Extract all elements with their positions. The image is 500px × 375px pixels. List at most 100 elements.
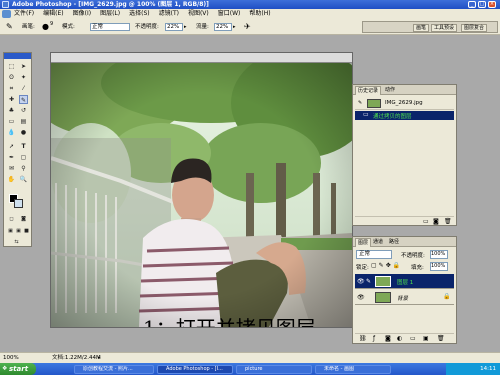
photoshop-app-icon[interactable]	[2, 1, 9, 8]
lock-icons[interactable]: ▢✎✥🔒	[371, 262, 402, 269]
mode-value: 正常	[92, 24, 104, 30]
crop-tool-icon[interactable]: ⌗	[7, 84, 16, 93]
dodge-tool-icon[interactable]: ●	[19, 128, 28, 137]
delete-layer-icon[interactable]: 🗑	[437, 335, 445, 342]
tab-layers[interactable]: 图层	[355, 238, 372, 247]
clone-stamp-icon[interactable]: ♣	[7, 106, 16, 115]
flow-dropdown-icon[interactable]: ▸	[233, 19, 236, 35]
well-tab-brushes[interactable]: 画笔	[413, 24, 430, 32]
document-title-bar[interactable]	[51, 53, 352, 63]
magic-wand-icon[interactable]: ✦	[19, 73, 28, 82]
eyedropper-icon[interactable]: ⚲	[19, 164, 28, 173]
opacity-input[interactable]: 22%	[165, 23, 183, 31]
taskbar-item-photoshop[interactable]: Adobe Photoshop - [I...	[157, 365, 233, 374]
menu-window[interactable]: 窗口(W)	[218, 9, 241, 19]
opacity-value: 22%	[167, 24, 180, 30]
history-snapshot[interactable]: ✎ IMG_2629.jpg	[355, 97, 454, 110]
layer-opacity-input[interactable]: 100%	[430, 250, 448, 259]
adjustment-layer-icon[interactable]: ◐	[397, 335, 402, 342]
tutorial-caption: 1：打开并拷贝图层	[143, 312, 316, 327]
pen-tool-icon[interactable]: ✒	[7, 153, 16, 162]
mode-select[interactable]: 正常	[90, 23, 130, 31]
eraser-tool-icon[interactable]: ▭	[7, 117, 16, 126]
new-snapshot-icon[interactable]: ◙	[433, 218, 439, 225]
tab-paths[interactable]: 路径	[387, 238, 401, 247]
menu-edit[interactable]: 编辑(E)	[43, 9, 63, 19]
well-tab-layer-comps[interactable]: 图层复合	[461, 24, 488, 32]
new-document-icon[interactable]: ▭	[423, 218, 429, 225]
flow-input[interactable]: 22%	[214, 23, 232, 31]
tab-actions[interactable]: 动作	[383, 86, 397, 95]
history-brush-icon[interactable]: ↺	[19, 106, 28, 115]
history-state-selected[interactable]: ▭ 通过拷贝的图层	[355, 111, 454, 120]
zoom-tool-icon[interactable]: 🔍	[19, 175, 28, 184]
notes-tool-icon[interactable]: ✉	[7, 164, 16, 173]
mode-label: 模式:	[62, 24, 75, 30]
blend-mode-select[interactable]: 正常	[356, 250, 392, 259]
maximize-icon[interactable]: □	[478, 1, 486, 8]
tab-history[interactable]: 历史记录	[355, 86, 382, 95]
type-tool-icon[interactable]: T	[19, 142, 28, 151]
menu-layer[interactable]: 图层(L)	[100, 9, 120, 19]
blend-mode-value: 正常	[359, 251, 371, 257]
flow-value: 22%	[216, 24, 229, 30]
fill-label: 填充:	[411, 265, 424, 271]
shape-tool-icon[interactable]: ▢	[19, 153, 28, 162]
taskbar-item-picture[interactable]: picture	[236, 365, 312, 374]
brush-tool-selected-icon[interactable]: ✎	[19, 95, 28, 104]
gradient-tool-icon[interactable]: ▤	[19, 117, 28, 126]
eye-icon[interactable]: 👁	[357, 278, 365, 285]
link-icon[interactable]: ⛓	[359, 335, 367, 342]
airbrush-icon[interactable]: ✈	[244, 19, 251, 35]
menu-image[interactable]: 图像(I)	[73, 9, 91, 19]
layer-row-layer1[interactable]: 👁 ✎ 图层 1	[355, 274, 454, 289]
layer-row-background[interactable]: 👁 背景 🔒	[355, 290, 454, 305]
minimize-icon[interactable]: _	[468, 1, 476, 8]
blur-tool-icon[interactable]: 💧	[7, 128, 16, 137]
menu-select[interactable]: 选择(S)	[129, 9, 150, 19]
layer1-name: 图层 1	[397, 280, 414, 286]
healing-brush-icon[interactable]: ✚	[7, 95, 16, 104]
lasso-tool-icon[interactable]: ʘ	[7, 73, 16, 82]
trash-icon[interactable]: 🗑	[444, 218, 452, 225]
well-tab-tool-presets[interactable]: 工具预设	[431, 24, 458, 32]
photoshop-logo-icon	[2, 10, 11, 18]
marquee-tool-icon[interactable]: ⬚	[7, 62, 16, 71]
menu-filter[interactable]: 滤镜(T)	[159, 9, 179, 19]
imageready-icon[interactable]: ⇆	[12, 238, 21, 247]
tab-channels[interactable]: 通道	[371, 238, 385, 247]
clock[interactable]: 14:11	[480, 366, 496, 372]
eye-icon[interactable]: 👁	[357, 294, 365, 301]
hand-tool-icon[interactable]: ✋	[7, 175, 16, 184]
photo-image	[51, 63, 352, 327]
brush-picker-icon[interactable]: ●	[42, 19, 49, 35]
taskbar-item-paint-label: 未命名 - 画图	[324, 366, 354, 372]
taskbar-item-paint[interactable]: 未命名 - 画图	[315, 365, 391, 374]
tab-channels-label: 通道	[373, 239, 384, 245]
flow-label: 流量:	[196, 24, 209, 30]
history-state-label: 通过拷贝的图层	[373, 114, 412, 120]
fill-input[interactable]: 100%	[430, 262, 448, 271]
opacity-dropdown-icon[interactable]: ▸	[184, 19, 187, 35]
window-title-bar: Adobe Photoshop - [IMG_2629.jpg @ 100% (…	[0, 0, 500, 9]
toolbox-header	[4, 53, 31, 59]
snapshot-name: IMG_2629.jpg	[385, 100, 423, 106]
close-icon[interactable]: ×	[488, 1, 496, 8]
menu-help[interactable]: 帮助(H)	[249, 9, 270, 19]
layer-style-icon[interactable]: ƒ	[373, 335, 375, 342]
quick-mask-icon[interactable]: ◙	[19, 215, 28, 224]
layer-mask-icon[interactable]: ◙	[385, 335, 391, 342]
path-selection-icon[interactable]: ➚	[7, 142, 16, 151]
brush-tool-icon[interactable]: ✎	[6, 19, 13, 35]
taskbar-item-browser[interactable]: 原创教程交流 - 照片...	[74, 365, 154, 374]
standard-mode-icon[interactable]: ◻	[7, 215, 16, 224]
background-color-swatch[interactable]	[14, 199, 23, 208]
move-tool-icon[interactable]: ➤	[19, 62, 28, 71]
slice-tool-icon[interactable]: ⁄	[19, 84, 28, 93]
photo-canvas[interactable]: 1：打开并拷贝图层	[51, 63, 352, 327]
menu-file[interactable]: 文件(F)	[14, 9, 34, 19]
new-layer-icon[interactable]: ▣	[423, 335, 429, 342]
layer-group-icon[interactable]: ▭	[410, 335, 416, 342]
menu-view[interactable]: 视图(V)	[188, 9, 209, 19]
screen-mode-full-icon[interactable]: ■	[22, 227, 31, 236]
